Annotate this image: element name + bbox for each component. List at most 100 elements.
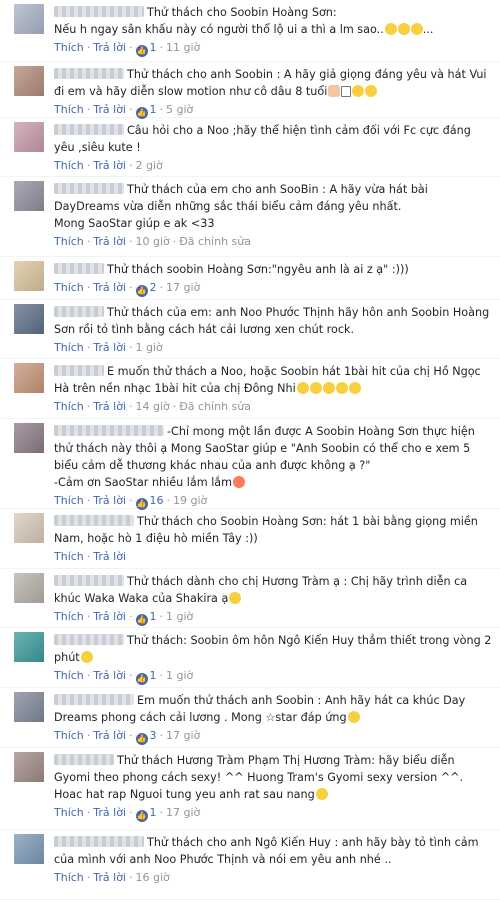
blurred-commenter-name[interactable] [54,6,144,17]
comment-text: Thử thách cho anh Ngô Kiến Huy : anh hãy… [54,834,492,868]
comment-item: Thử thách dành cho chị Hương Tràm ạ : Ch… [0,569,500,628]
like-count[interactable]: 1 [150,103,157,116]
comment-item: E muốn thử thách a Noo, hoặc Soobin hát … [0,359,500,419]
comment-timestamp[interactable]: 11 giờ [166,41,200,54]
like-count[interactable]: 16 [150,494,164,507]
blurred-commenter-name[interactable] [54,575,124,586]
comment-timestamp[interactable]: 2 giờ [136,159,163,172]
like-link[interactable]: Thích [54,729,84,742]
reply-link[interactable]: Trả lời [93,400,126,413]
comment-item: -Chỉ mong một lần được A Soobin Hoàng Sơ… [0,419,500,510]
like-link[interactable]: Thích [54,159,84,172]
comment-timestamp[interactable]: 10 giờ [136,235,170,248]
like-link[interactable]: Thích [54,494,84,507]
commenter-avatar[interactable] [14,573,44,603]
like-count[interactable]: 3 [150,729,157,742]
comment-timestamp[interactable]: 17 giờ [166,806,200,819]
thumbs-up-icon: 👍 [135,285,148,297]
reply-link[interactable]: Trả lời [93,281,126,294]
like-count[interactable]: 1 [150,610,157,623]
blurred-commenter-name[interactable] [54,515,134,526]
thumbs-up-icon: 👍 [135,45,148,57]
like-link[interactable]: Thích [54,281,84,294]
commenter-avatar[interactable] [14,692,44,722]
comment-actions: Thích · Trả lời · 👍 2 · 17 giờ [54,279,492,297]
comment-item: Thử thách cho anh Soobin : A hãy giả giọ… [0,62,500,119]
separator-dot: · [86,871,91,884]
comment-actions: Thích · Trả lời · 1 giờ [54,339,492,357]
comment-timestamp[interactable]: 14 giờ [136,400,170,413]
grin-emoji-icon [335,382,348,394]
like-count[interactable]: 2 [150,281,157,294]
comment-timestamp[interactable]: 19 giờ [173,494,207,507]
blurred-commenter-name[interactable] [54,634,124,645]
comment-timestamp[interactable]: 1 giờ [166,610,193,623]
comment-timestamp[interactable]: 16 giờ [136,871,170,884]
separator-dot: · [86,494,91,507]
separator-dot: · [86,806,91,819]
comment-item: Thử thách soobin Hoàng Sơn:"ngyêu anh là… [0,257,500,300]
commenter-avatar[interactable] [14,66,44,96]
like-link[interactable]: Thích [54,341,84,354]
separator-dot: · [86,729,91,742]
blurred-commenter-name[interactable] [54,754,114,765]
reply-link[interactable]: Trả lời [93,494,126,507]
like-link[interactable]: Thích [54,806,84,819]
comment-timestamp[interactable]: 5 giờ [166,103,193,116]
like-count[interactable]: 1 [150,41,157,54]
blurred-commenter-name[interactable] [54,836,144,847]
commenter-avatar[interactable] [14,122,44,152]
reply-link[interactable]: Trả lời [93,159,126,172]
like-count[interactable]: 1 [150,806,157,819]
reply-link[interactable]: Trả lời [93,610,126,623]
commenter-avatar[interactable] [14,632,44,662]
reply-link[interactable]: Trả lời [93,669,126,682]
like-link[interactable]: Thích [54,669,84,682]
commenter-avatar[interactable] [14,363,44,393]
commenter-avatar[interactable] [14,834,44,864]
blurred-commenter-name[interactable] [54,124,124,135]
reply-link[interactable]: Trả lời [93,103,126,116]
edited-label[interactable]: Đã chỉnh sửa [179,235,251,248]
separator-dot: · [86,669,91,682]
blurred-commenter-name[interactable] [54,365,104,376]
comment-timestamp[interactable]: 17 giờ [166,729,200,742]
comment-actions: Thích · Trả lời · 👍 1 · 17 giờ [54,804,492,822]
reply-link[interactable]: Trả lời [93,235,126,248]
commenter-avatar[interactable] [14,261,44,291]
blurred-commenter-name[interactable] [54,425,164,436]
like-link[interactable]: Thích [54,550,84,563]
blurred-commenter-name[interactable] [54,68,124,79]
comment-timestamp[interactable]: 17 giờ [166,281,200,294]
blurred-commenter-name[interactable] [54,183,124,194]
grin-emoji-icon [384,23,397,35]
reply-link[interactable]: Trả lời [93,729,126,742]
commenter-avatar[interactable] [14,181,44,211]
reply-link[interactable]: Trả lời [93,806,126,819]
like-link[interactable]: Thích [54,103,84,116]
commenter-avatar[interactable] [14,513,44,543]
like-link[interactable]: Thích [54,400,84,413]
reply-link[interactable]: Trả lời [93,871,126,884]
blurred-commenter-name[interactable] [54,694,134,705]
comment-item: Thử thách cho Soobin Hoàng Sơn: hát 1 bà… [0,509,500,569]
like-count[interactable]: 1 [150,669,157,682]
blurred-commenter-name[interactable] [54,306,104,317]
reply-link[interactable]: Trả lời [93,550,126,563]
commenter-avatar[interactable] [14,752,44,782]
comment-item: Câu hỏi cho a Noo ;hãy thể hiện tình cảm… [0,118,500,177]
reply-link[interactable]: Trả lời [93,341,126,354]
commenter-avatar[interactable] [14,423,44,453]
commenter-avatar[interactable] [14,4,44,34]
like-link[interactable]: Thích [54,41,84,54]
blurred-commenter-name[interactable] [54,263,104,274]
edited-label[interactable]: Đã chỉnh sửa [179,400,251,413]
like-link[interactable]: Thích [54,871,84,884]
like-link[interactable]: Thích [54,235,84,248]
commenter-avatar[interactable] [14,304,44,334]
comment-timestamp[interactable]: 1 giờ [166,669,193,682]
comment-item: Thử thách của em cho anh SooBin : A hãy … [0,177,500,257]
comment-timestamp[interactable]: 1 giờ [136,341,163,354]
like-link[interactable]: Thích [54,610,84,623]
reply-link[interactable]: Trả lời [93,41,126,54]
